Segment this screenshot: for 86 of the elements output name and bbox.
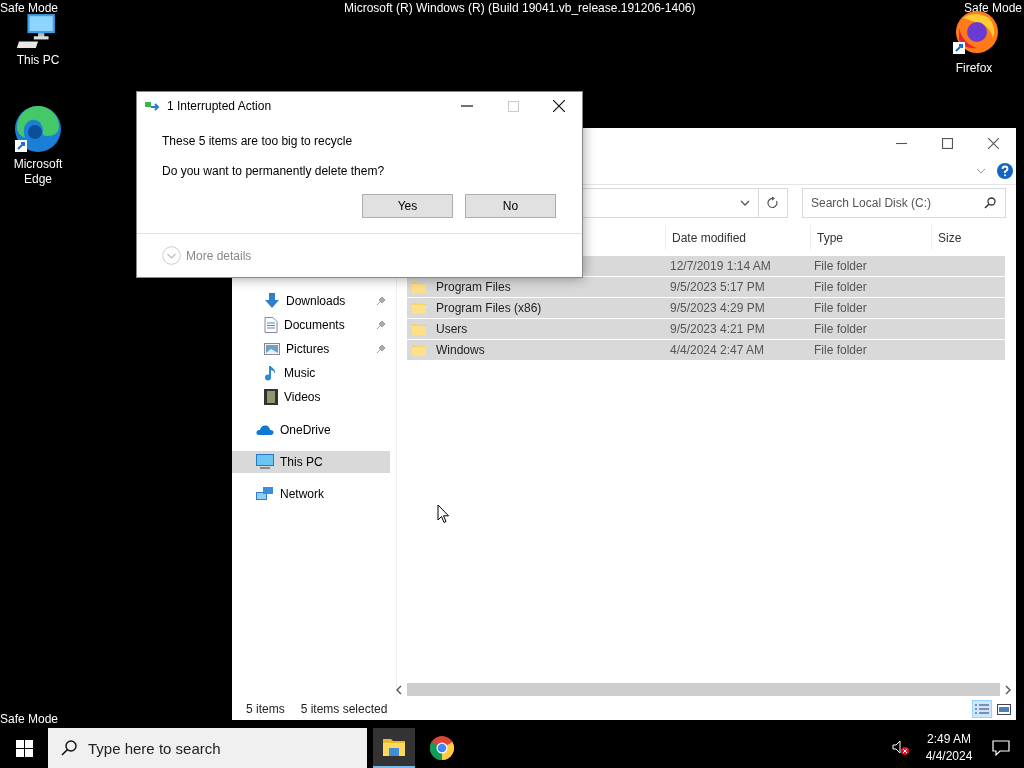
file-row[interactable]: Program Files 9/5/2023 5:17 PM File folder xyxy=(407,277,1005,298)
file-name: Users xyxy=(436,322,468,336)
refresh-icon xyxy=(767,197,779,209)
file-name: Program Files xyxy=(436,280,511,294)
desktop-icon-label[interactable]: Microsoft Edge xyxy=(1,157,75,187)
taskbar-app-button[interactable] xyxy=(373,728,415,768)
nav-item[interactable]: This PC xyxy=(232,451,390,473)
taskbar-search-field[interactable]: Type here to search xyxy=(48,728,367,768)
pin-icon[interactable] xyxy=(376,296,386,306)
build-label: Microsoft (R) Windows (R) (Build 19041.vb_release.191206-1406) xyxy=(344,1,696,15)
folder-icon xyxy=(412,323,426,335)
nav-item[interactable]: Pictures xyxy=(232,337,390,361)
nav-item[interactable]: Music xyxy=(232,361,390,385)
desktop-icon-label[interactable]: This PC xyxy=(16,53,60,68)
nav-item[interactable]: OneDrive xyxy=(232,419,390,441)
folder-icon xyxy=(412,281,426,293)
type-cell-text: File folder xyxy=(814,280,868,294)
column-header[interactable]: Date modified xyxy=(665,225,810,250)
file-row[interactable]: Windows 4/4/2024 2:47 AM File folder xyxy=(407,340,1005,361)
pin-icon[interactable] xyxy=(376,344,386,354)
dialog-button[interactable]: Yes xyxy=(362,194,453,218)
nav-item[interactable]: Network xyxy=(232,483,390,505)
type-cell-text: File folder xyxy=(814,259,868,273)
status-text: 5 items selected xyxy=(300,702,388,716)
type-cell-text: File folder xyxy=(814,301,868,315)
date-cell-text: 9/5/2023 5:17 PM xyxy=(669,280,766,294)
move-files-icon xyxy=(145,100,161,112)
close-icon[interactable] xyxy=(987,137,999,149)
chrome-logo-icon xyxy=(430,736,454,760)
folder-icon xyxy=(383,738,405,756)
date-cell-text: 4/4/2024 2:47 AM xyxy=(669,343,766,357)
pin-icon[interactable] xyxy=(376,320,386,330)
scroll-right-icon[interactable] xyxy=(1004,684,1012,695)
dialog-button[interactable]: No xyxy=(465,194,556,218)
more-details-link[interactable]: More details xyxy=(186,248,252,263)
safe-mode-label: Safe Mode xyxy=(963,1,1022,15)
nav-item[interactable]: Videos xyxy=(232,385,390,409)
nav-item[interactable]: Documents xyxy=(232,313,390,337)
picture-frame-icon xyxy=(264,342,280,356)
file-row[interactable]: Program Files (x86) 9/5/2023 4:29 PM File folder xyxy=(407,298,1005,319)
music-note-icon xyxy=(264,365,278,381)
date-cell-text: 9/5/2023 4:21 PM xyxy=(669,322,766,336)
cloud-icon xyxy=(256,424,274,436)
computer-icon xyxy=(256,454,274,470)
date-cell-text: 12/7/2019 1:14 AM xyxy=(669,259,772,273)
column-header[interactable]: Type xyxy=(810,225,931,250)
clock-date[interactable]: 4/4/2024 xyxy=(925,748,973,765)
safe-mode-label: Safe Mode xyxy=(0,1,59,15)
type-cell-text: File folder xyxy=(814,322,868,336)
download-arrow-icon xyxy=(264,293,280,309)
nav-item[interactable]: Downloads xyxy=(232,289,390,313)
dialog-message: These 5 items are too big to recycle xyxy=(162,134,354,148)
maximize-icon xyxy=(507,100,519,112)
file-name: Program Files (x86) xyxy=(436,301,542,315)
windows-logo-icon[interactable] xyxy=(15,739,33,757)
film-icon xyxy=(264,389,278,405)
maximize-icon[interactable] xyxy=(941,137,953,149)
scroll-left-icon[interactable] xyxy=(395,684,403,695)
refresh-button[interactable] xyxy=(758,188,788,218)
safe-mode-label: Safe Mode xyxy=(0,712,59,726)
edge-logo-icon[interactable] xyxy=(13,104,63,154)
type-cell-text: File folder xyxy=(814,343,868,357)
dialog-title: 1 Interrupted Action xyxy=(167,99,272,113)
file-row[interactable]: Users 9/5/2023 4:21 PM File folder xyxy=(407,319,1005,340)
close-icon[interactable] xyxy=(553,100,565,112)
details-view-button[interactable] xyxy=(972,700,992,718)
list-icon xyxy=(974,703,990,715)
desktop-icon-label[interactable]: Firefox xyxy=(955,61,993,76)
folder-icon xyxy=(412,344,426,356)
search-field[interactable]: Search Local Disk (C:) xyxy=(802,188,1006,218)
thumbnail-view-icon[interactable] xyxy=(997,703,1011,715)
mouse-cursor-icon xyxy=(437,504,450,524)
file-name: Windows xyxy=(436,343,485,357)
speaker-muted-icon[interactable] xyxy=(892,740,910,756)
help-icon[interactable] xyxy=(997,163,1013,179)
date-cell-text: 9/5/2023 4:29 PM xyxy=(669,301,766,315)
search-icon xyxy=(984,197,996,209)
notification-icon[interactable] xyxy=(992,740,1010,756)
clock-time[interactable]: 2:49 AM xyxy=(927,731,971,748)
chevron-down-icon[interactable] xyxy=(740,200,750,206)
column-header[interactable]: Size xyxy=(931,225,1010,250)
status-text: 5 items xyxy=(246,702,285,716)
network-icon xyxy=(256,486,274,502)
dialog-question: Do you want to permanently delete them? xyxy=(162,164,386,178)
document-icon xyxy=(264,317,278,333)
folder-icon xyxy=(412,302,426,314)
